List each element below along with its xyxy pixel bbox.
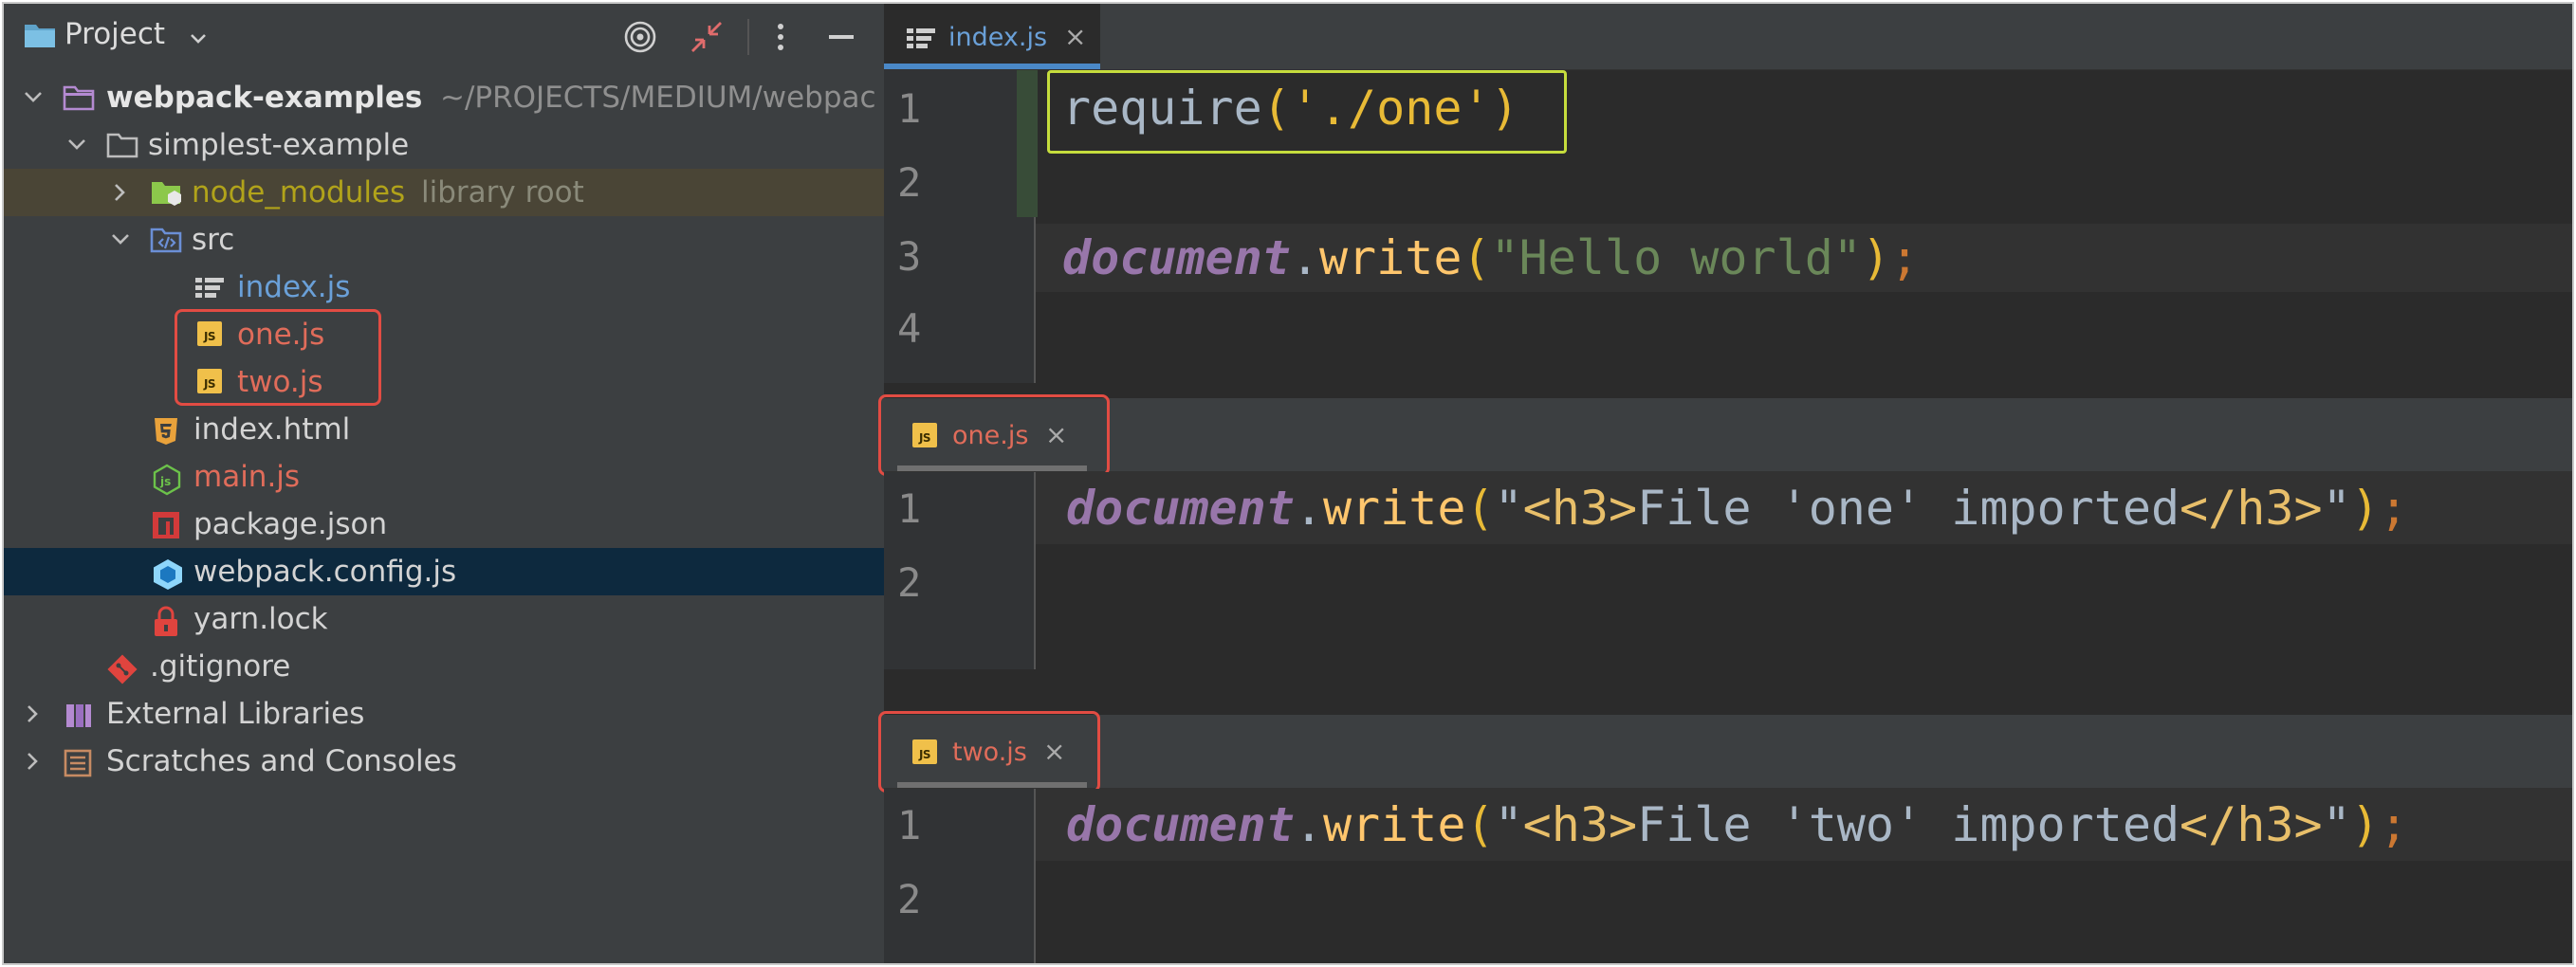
tree-label: Scratches and Consoles bbox=[106, 744, 457, 778]
active-tab-indicator bbox=[884, 64, 1100, 69]
folder-icon bbox=[106, 121, 140, 169]
line-number: 1 bbox=[897, 802, 922, 848]
line-number: 3 bbox=[897, 233, 922, 280]
tree-item-gitignore[interactable]: .gitignore bbox=[4, 643, 884, 690]
project-header: Project bbox=[4, 4, 884, 68]
tree-item-two-js[interactable]: JS two.js bbox=[4, 358, 884, 406]
tree-item-node-modules[interactable]: node_modules library root bbox=[4, 169, 884, 216]
js-structure-icon bbox=[905, 25, 937, 58]
line-number: 2 bbox=[897, 876, 922, 922]
ide-window: Project webpack-examples ~/PROJECTS/MEDI… bbox=[4, 4, 2572, 963]
tree-item-package-json[interactable]: package.json bbox=[4, 501, 884, 548]
header-separator bbox=[747, 19, 749, 55]
scratches-icon bbox=[63, 738, 97, 785]
highlight-box bbox=[878, 394, 1110, 476]
module-folder-icon bbox=[63, 74, 97, 121]
chevron-right-icon[interactable] bbox=[23, 690, 44, 738]
tree-item-external-libraries[interactable]: External Libraries bbox=[4, 690, 884, 738]
chevron-right-icon[interactable] bbox=[23, 738, 44, 785]
close-icon[interactable]: × bbox=[1064, 21, 1086, 52]
tree-item-one-js[interactable]: JS one.js bbox=[4, 311, 884, 358]
tree-label: src bbox=[192, 223, 235, 257]
chevron-down-icon[interactable] bbox=[110, 216, 131, 264]
project-tool-window: Project webpack-examples ~/PROJECTS/MEDI… bbox=[4, 4, 884, 963]
tree-item-index-html[interactable]: index.html bbox=[4, 406, 884, 453]
chevron-right-icon[interactable] bbox=[110, 169, 131, 216]
editor-splitter[interactable] bbox=[884, 669, 2572, 713]
tree-label: index.html bbox=[193, 412, 351, 447]
tree-item-scratches[interactable]: Scratches and Consoles bbox=[4, 738, 884, 785]
code-line-write-one[interactable]: document.write("<h3>File 'one' imported<… bbox=[1066, 480, 2408, 537]
editor-area: index.js × 1 2 3 4 require('./one') docu… bbox=[878, 4, 2572, 963]
collapse-all-icon[interactable] bbox=[689, 19, 725, 59]
tree-label: webpack-examples bbox=[106, 81, 423, 115]
tree-label: simplest-example bbox=[148, 128, 410, 162]
tab-label: index.js bbox=[948, 23, 1048, 52]
tree-item-src[interactable]: src bbox=[4, 216, 884, 264]
tree-item-index-js[interactable]: index.js bbox=[4, 264, 884, 311]
line-number: 2 bbox=[897, 559, 922, 606]
chevron-down-icon[interactable] bbox=[66, 121, 87, 169]
tree-label: yarn.lock bbox=[193, 602, 328, 636]
vcs-added-marker bbox=[1017, 70, 1038, 217]
tree-label: webpack.config.js bbox=[193, 555, 457, 589]
nodejs-icon: js bbox=[152, 453, 186, 501]
editor-tabbar-one: JS one.js × bbox=[884, 398, 2572, 472]
line-number: 1 bbox=[897, 485, 922, 532]
line-number: 1 bbox=[897, 85, 922, 132]
highlight-box bbox=[175, 309, 381, 406]
chevron-down-icon[interactable] bbox=[190, 30, 207, 48]
chevron-down-icon[interactable] bbox=[23, 74, 44, 121]
js-structure-icon bbox=[193, 264, 228, 311]
project-folder-icon bbox=[23, 21, 57, 53]
tree-item-webpack-examples[interactable]: webpack-examples ~/PROJECTS/MEDIUM/webpa… bbox=[4, 74, 884, 121]
code-line-write-hello[interactable]: document.write("Hello world"); bbox=[1062, 229, 1919, 286]
library-root-label: library root bbox=[421, 175, 584, 210]
npm-icon bbox=[152, 501, 186, 548]
more-options-icon[interactable] bbox=[774, 19, 787, 59]
source-folder-icon bbox=[150, 216, 184, 264]
highlight-box bbox=[1047, 70, 1567, 154]
line-number: 4 bbox=[897, 305, 922, 352]
tree-label: main.js bbox=[193, 460, 301, 494]
code-line-write-two[interactable]: document.write("<h3>File 'two' imported<… bbox=[1066, 796, 2408, 853]
git-icon bbox=[106, 643, 140, 690]
tree-item-simplest-example[interactable]: simplest-example bbox=[4, 121, 884, 169]
webpack-icon bbox=[152, 548, 186, 595]
tree-label: package.json bbox=[193, 507, 388, 541]
tree-label: node_modules bbox=[192, 175, 406, 210]
target-icon[interactable] bbox=[622, 19, 658, 59]
tree-label: External Libraries bbox=[106, 697, 365, 731]
library-icon bbox=[63, 690, 97, 738]
tree-path: ~/PROJECTS/MEDIUM/webpac bbox=[440, 81, 876, 115]
html5-icon bbox=[152, 406, 186, 453]
line-number: 2 bbox=[897, 159, 922, 206]
minimize-icon[interactable] bbox=[827, 19, 856, 59]
lock-icon bbox=[152, 595, 186, 643]
highlight-box bbox=[878, 711, 1100, 793]
tree-item-main-js[interactable]: js main.js bbox=[4, 453, 884, 501]
tab-index-js[interactable]: index.js × bbox=[884, 4, 1100, 69]
node-modules-folder-icon bbox=[150, 169, 184, 216]
tree-item-webpack-config[interactable]: webpack.config.js bbox=[4, 548, 884, 595]
editor-tabbar-two: JS two.js × bbox=[884, 715, 2572, 789]
tree-label: .gitignore bbox=[150, 649, 291, 684]
svg-text:js: js bbox=[159, 475, 171, 488]
tree-item-yarn-lock[interactable]: yarn.lock bbox=[4, 595, 884, 643]
tree-label: index.js bbox=[237, 270, 351, 304]
editor-tabbar-index: index.js × bbox=[884, 4, 2572, 70]
project-title[interactable]: Project bbox=[64, 17, 165, 51]
